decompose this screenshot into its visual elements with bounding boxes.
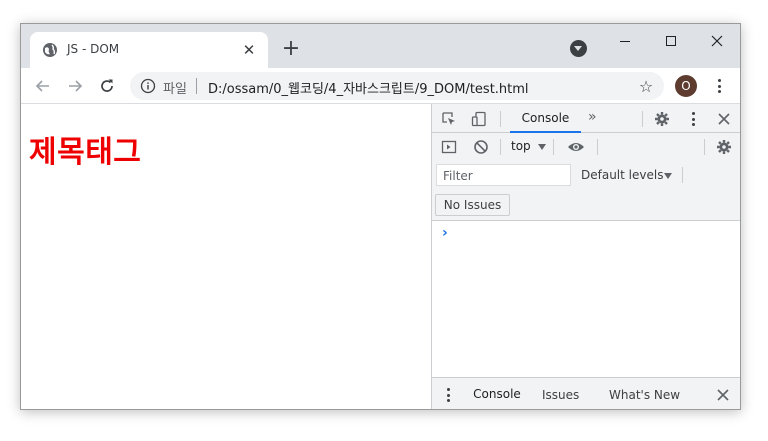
tab-console[interactable]: Console <box>510 104 581 133</box>
toolbar-divider <box>682 167 683 183</box>
maximize-button[interactable] <box>651 28 691 54</box>
gear-icon[interactable] <box>651 108 673 130</box>
clear-console-icon[interactable] <box>470 136 492 158</box>
page-viewport: 제목태그 <box>21 104 431 409</box>
scheme-label: 파일 <box>163 82 187 97</box>
globe-icon <box>42 42 58 58</box>
devtools-panel: Console » top Filter Default levels No I… <box>431 104 740 409</box>
drawer-tab-console[interactable]: Console <box>463 378 531 409</box>
browser-tab[interactable]: JS - DOM ✕ <box>30 32 268 68</box>
inspect-element-icon[interactable] <box>438 108 460 130</box>
drawer-tab-issues[interactable]: Issues <box>542 378 579 409</box>
tab-title: JS - DOM <box>67 42 120 56</box>
browser-window: JS - DOM ✕ + 파일 D:/ossam/0_웹코딩/4_자바스크립트/… <box>20 23 741 410</box>
browser-menu-icon[interactable] <box>709 74 729 98</box>
chevron-down-icon <box>664 173 672 179</box>
browser-toolbar: 파일 D:/ossam/0_웹코딩/4_자바스크립트/9_DOM/test.ht… <box>21 68 740 104</box>
profile-avatar[interactable]: O <box>675 75 697 97</box>
info-icon[interactable] <box>140 78 156 94</box>
devtools-drawer: Console Issues What's New <box>432 377 740 409</box>
tab-close-icon[interactable]: ✕ <box>238 39 260 61</box>
live-expression-icon[interactable] <box>565 136 587 158</box>
tab-strip: JS - DOM ✕ + <box>21 24 740 68</box>
devtools-tabbar: Console » <box>432 104 740 133</box>
close-icon[interactable] <box>713 108 735 130</box>
address-bar[interactable]: 파일 D:/ossam/0_웹코딩/4_자바스크립트/9_DOM/test.ht… <box>130 72 664 100</box>
close-icon[interactable] <box>714 386 732 404</box>
console-toolbar: top <box>432 133 740 161</box>
toolbar-divider <box>553 139 554 155</box>
context-selector[interactable]: top <box>511 139 531 153</box>
console-settings-gear-icon[interactable] <box>713 136 735 158</box>
url-text[interactable]: D:/ossam/0_웹코딩/4_자바스크립트/9_DOM/test.html <box>208 78 529 97</box>
device-toggle-icon[interactable] <box>468 108 490 130</box>
chevron-down-icon <box>538 144 546 150</box>
forward-button[interactable] <box>61 72 89 100</box>
star-icon[interactable]: ☆ <box>636 76 656 96</box>
minimize-button[interactable] <box>605 28 645 54</box>
toolbar-divider <box>704 139 705 155</box>
tab-search-icon[interactable] <box>570 40 587 57</box>
reload-button[interactable] <box>93 72 121 100</box>
issues-bar: No Issues <box>432 189 740 221</box>
sidebar-toggle-icon[interactable] <box>438 136 460 158</box>
new-tab-button[interactable]: + <box>279 37 303 61</box>
toolbar-divider <box>597 139 598 155</box>
drawer-tab-whats-new[interactable]: What's New <box>609 378 680 409</box>
log-levels-dropdown[interactable]: Default levels <box>581 168 663 182</box>
toolbar-divider <box>642 111 643 127</box>
filter-bar: Filter Default levels <box>432 161 740 189</box>
back-button[interactable] <box>29 72 57 100</box>
more-tabs-button[interactable]: » <box>588 109 597 125</box>
address-separator <box>196 78 197 94</box>
console-output[interactable]: › <box>432 221 740 377</box>
more-vertical-icon[interactable] <box>682 108 704 130</box>
console-prompt-icon[interactable]: › <box>442 225 448 241</box>
toolbar-divider <box>500 111 501 127</box>
toolbar-divider <box>500 139 501 155</box>
page-heading: 제목태그 <box>29 135 142 170</box>
close-window-button[interactable] <box>697 28 737 54</box>
filter-input[interactable]: Filter <box>436 164 571 186</box>
no-issues-button[interactable]: No Issues <box>435 194 510 216</box>
drawer-menu-icon[interactable] <box>445 388 451 404</box>
